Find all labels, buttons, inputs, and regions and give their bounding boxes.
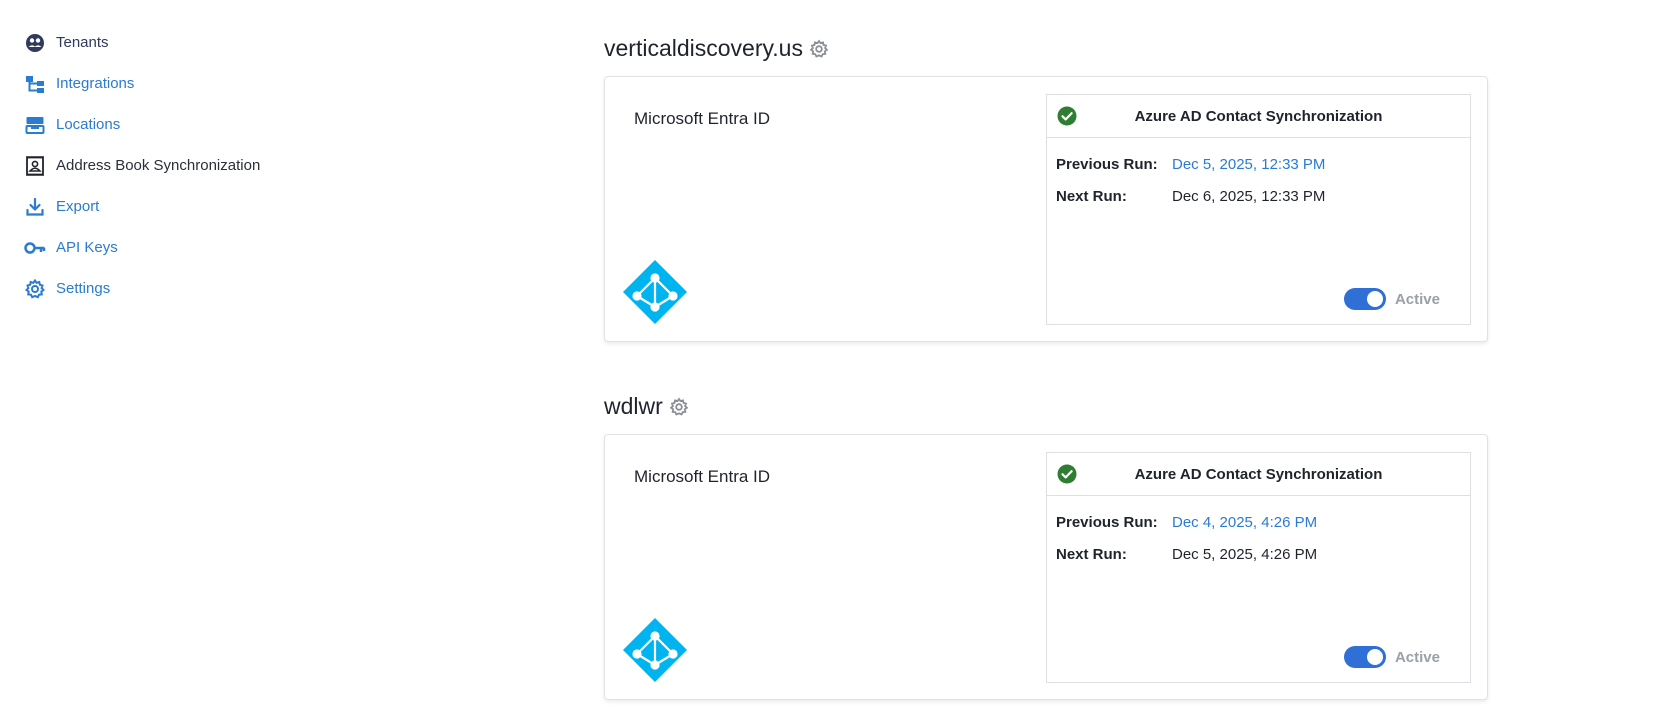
toggle-label: Active — [1394, 648, 1440, 666]
toggle-knob — [1366, 649, 1383, 665]
next-run-row: Next Run: Dec 5, 2025, 4:26 PM — [1056, 538, 1461, 570]
integrations-icon — [24, 73, 46, 95]
sidebar-item-label: Settings — [56, 280, 111, 297]
sidebar-item-export[interactable]: Export — [24, 186, 344, 227]
tenant-settings-gear-icon[interactable] — [669, 396, 689, 416]
toggle-label: Active — [1394, 290, 1440, 308]
sync-title: Azure AD Contact Synchronization — [1134, 107, 1383, 125]
active-toggle[interactable] — [1343, 646, 1386, 668]
address-book-icon — [24, 155, 46, 177]
microsoft-entra-logo-icon — [622, 617, 688, 683]
sidebar-item-api-keys[interactable]: API Keys — [24, 227, 344, 268]
main-content: verticaldiscovery.us Microsoft Entra ID — [604, 28, 1494, 700]
sidebar: Tenants Integrations Locations Address B… — [24, 22, 344, 309]
sync-details: Previous Run: Dec 5, 2025, 12:33 PM Next… — [1047, 138, 1470, 212]
previous-run-link[interactable]: Dec 5, 2025, 12:33 PM — [1172, 156, 1325, 173]
tenant-settings-gear-icon[interactable] — [809, 38, 829, 58]
sync-header: Azure AD Contact Synchronization — [1047, 95, 1470, 138]
active-toggle[interactable] — [1343, 288, 1386, 310]
sidebar-item-integrations[interactable]: Integrations — [24, 63, 344, 104]
toggle-knob — [1366, 291, 1383, 307]
provider-name: Microsoft Entra ID — [634, 467, 771, 486]
sync-details: Previous Run: Dec 4, 2025, 4:26 PM Next … — [1047, 496, 1470, 570]
tenants-icon — [24, 32, 46, 54]
sidebar-item-locations[interactable]: Locations — [24, 104, 344, 145]
next-run-label: Next Run: — [1056, 187, 1127, 205]
sidebar-item-tenants[interactable]: Tenants — [24, 22, 344, 63]
active-toggle-group: Active — [1343, 288, 1440, 310]
previous-run-label: Previous Run: — [1056, 155, 1158, 173]
sidebar-item-label: Integrations — [56, 75, 135, 92]
tenant-section: verticaldiscovery.us Microsoft Entra ID — [604, 28, 1494, 342]
sidebar-item-label: Address Book Synchronization — [56, 157, 261, 174]
sync-title: Azure AD Contact Synchronization — [1134, 465, 1383, 483]
sidebar-item-label: Locations — [56, 116, 121, 133]
previous-run-link[interactable]: Dec 4, 2025, 4:26 PM — [1172, 514, 1317, 531]
provider-name: Microsoft Entra ID — [634, 109, 771, 128]
tenant-section: wdlwr Microsoft Entra ID Azure AD Contac… — [604, 386, 1494, 700]
sidebar-item-label: API Keys — [56, 239, 118, 256]
sync-panel: Azure AD Contact Synchronization Previou… — [1046, 452, 1471, 683]
tenant-name: verticaldiscovery.us — [604, 34, 803, 61]
export-icon — [24, 196, 46, 218]
success-check-icon — [1057, 464, 1077, 484]
sidebar-item-settings[interactable]: Settings — [24, 268, 344, 309]
active-toggle-group: Active — [1343, 646, 1440, 668]
integration-card: Microsoft Entra ID Azure AD Contact Sync… — [604, 76, 1488, 342]
previous-run-row: Previous Run: Dec 4, 2025, 4:26 PM — [1056, 506, 1461, 538]
sync-header: Azure AD Contact Synchronization — [1047, 453, 1470, 496]
integration-card: Microsoft Entra ID Azure AD Contact Sync… — [604, 434, 1488, 700]
next-run-value: Dec 6, 2025, 12:33 PM — [1172, 187, 1326, 205]
sidebar-item-label: Export — [56, 198, 100, 215]
gear-icon — [24, 278, 46, 300]
next-run-value: Dec 5, 2025, 4:26 PM — [1172, 545, 1318, 563]
previous-run-label: Previous Run: — [1056, 513, 1158, 531]
sidebar-item-label: Tenants — [56, 34, 109, 51]
locations-icon — [24, 114, 46, 136]
sidebar-item-address-book-synchronization[interactable]: Address Book Synchronization — [24, 145, 344, 186]
sync-panel: Azure AD Contact Synchronization Previou… — [1046, 94, 1471, 325]
page: Tenants Integrations Locations Address B… — [0, 0, 1667, 723]
tenant-title: wdlwr — [604, 386, 1494, 426]
tenant-name: wdlwr — [604, 392, 663, 419]
key-icon — [24, 237, 46, 259]
previous-run-row: Previous Run: Dec 5, 2025, 12:33 PM — [1056, 148, 1461, 180]
success-check-icon — [1057, 106, 1077, 126]
next-run-row: Next Run: Dec 6, 2025, 12:33 PM — [1056, 180, 1461, 212]
microsoft-entra-logo-icon — [622, 259, 688, 325]
next-run-label: Next Run: — [1056, 545, 1127, 563]
tenant-title: verticaldiscovery.us — [604, 28, 1494, 68]
